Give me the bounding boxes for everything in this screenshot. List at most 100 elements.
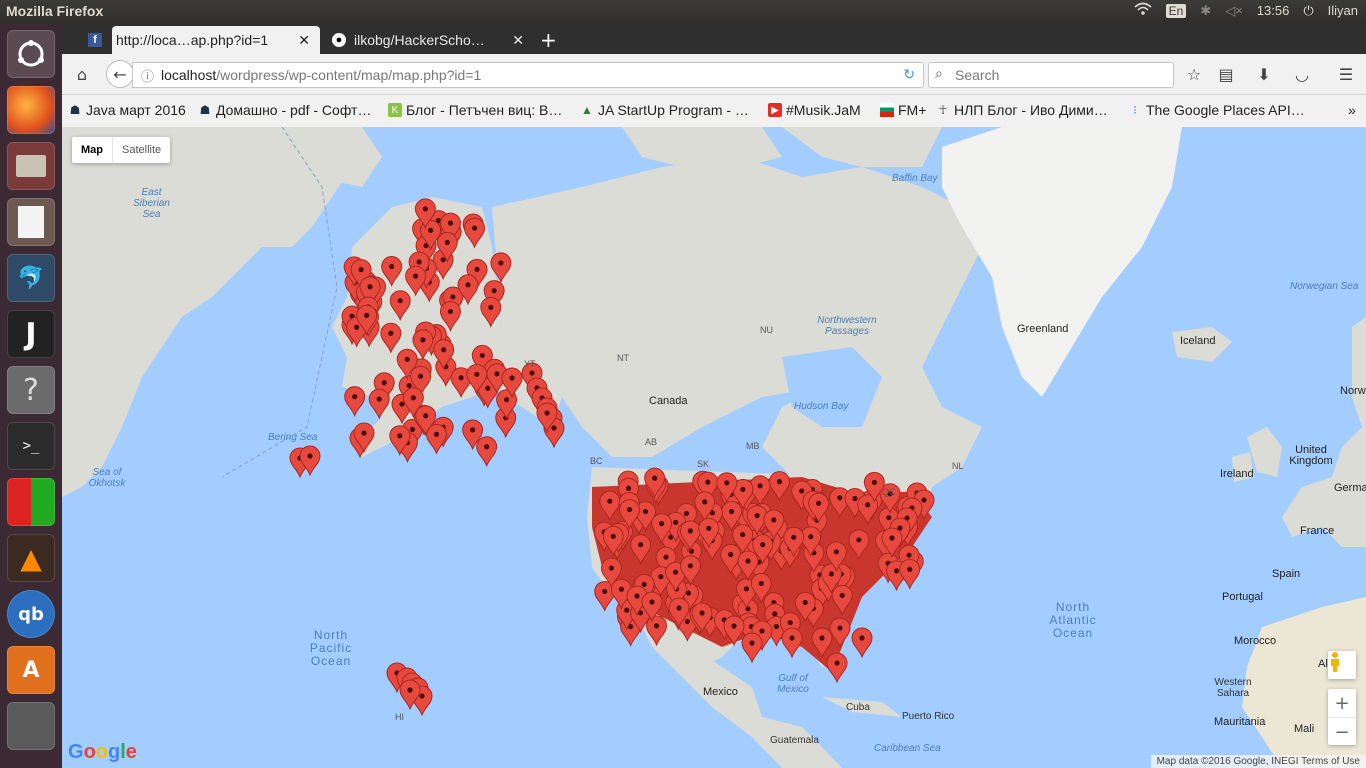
facebook-icon: f (88, 33, 102, 47)
site-info-icon[interactable]: ⓘ (141, 66, 154, 85)
map-marker-icon[interactable] (381, 255, 403, 287)
firefox-icon[interactable] (7, 86, 55, 134)
label-nu: NU (760, 325, 773, 335)
label-puerto-rico: Puerto Rico (902, 711, 955, 722)
map-type-control: Map Satellite (72, 137, 171, 163)
wifi-icon[interactable] (1134, 2, 1152, 19)
bookmark-item[interactable]: ☥ НЛП Блог - Иво Дими… (936, 102, 1108, 118)
zoom-in-button[interactable]: + (1328, 689, 1356, 718)
map-type-satellite-button[interactable]: Satellite (112, 137, 170, 163)
label-nl: NL (952, 461, 964, 471)
map-marker-icon[interactable] (646, 615, 668, 647)
google-logo[interactable]: Google (68, 741, 137, 764)
map-marker-icon[interactable] (344, 386, 366, 418)
bookmark-star-icon[interactable]: ☆ (1182, 62, 1206, 86)
downloads-icon[interactable]: ⬇ (1252, 62, 1276, 86)
youtube-icon: ▶ (768, 103, 782, 117)
software-center-icon[interactable]: A (7, 646, 55, 694)
unknown-app-icon[interactable]: ? (7, 366, 55, 414)
qbittorrent-icon[interactable]: qb (7, 590, 55, 638)
label-north-atlantic-ocean: North Atlantic Ocean (1049, 600, 1097, 640)
label-bering-sea: Bering Sea (268, 432, 318, 443)
map-marker-icon[interactable] (851, 627, 873, 659)
label-western-sahara: Western Sahara (1214, 677, 1252, 699)
label-north-pacific-ocean: North Pacific Ocean (309, 628, 353, 668)
map-marker-icon[interactable] (899, 558, 921, 590)
keyboard-layout-indicator[interactable]: En (1165, 3, 1187, 18)
map-marker-icon[interactable] (781, 627, 803, 659)
search-placeholder: Search (955, 67, 1000, 83)
bluetooth-icon[interactable]: ✱ (1200, 3, 1211, 19)
url-text[interactable]: localhost/wordpress/wp-content/map/map.p… (161, 67, 481, 83)
label-cuba: Cuba (846, 702, 870, 713)
map-attribution[interactable]: Map data ©2016 Google, INEGI Terms of Us… (1150, 755, 1366, 768)
url-bar[interactable]: ⓘ localhost/wordpress/wp-content/map/map… (132, 62, 924, 88)
map-marker-icon[interactable] (464, 217, 486, 249)
ja-icon: ▲ (581, 103, 593, 117)
bookmark-item[interactable]: ▶ #Musik.JaM (768, 102, 861, 118)
bookmark-item[interactable]: ☗ Java март 2016 (68, 102, 186, 118)
bookmark-item[interactable]: K Блог - Петъчен виц: В… (388, 102, 562, 118)
bookmark-item[interactable]: FM+ (880, 102, 926, 118)
terminal-icon[interactable]: >_ (7, 422, 55, 470)
map-marker-icon[interactable] (368, 388, 390, 420)
close-tab-icon[interactable]: ✕ (512, 32, 524, 49)
label-portugal: Portugal (1222, 591, 1263, 603)
softuni-icon: ☗ (69, 103, 81, 117)
label-iceland: Iceland (1180, 335, 1216, 347)
menu-icon[interactable]: ☰ (1334, 62, 1358, 86)
map-marker-icon[interactable] (826, 652, 848, 684)
files-icon[interactable] (7, 142, 55, 190)
clock[interactable]: 13:56 (1257, 3, 1290, 18)
bookmarks-toolbar: ☗ Java март 2016 ☗ Домашно - pdf - Софт… K… (62, 95, 1366, 128)
power-icon[interactable]: ⏻ (1303, 3, 1313, 19)
volume-muted-icon[interactable]: ◁× (1225, 3, 1243, 19)
top-panel: Mozilla Firefox En ✱ ◁× 13:56 ⏻ Iliyan (0, 0, 1366, 24)
workspace-switcher-icon[interactable] (7, 702, 55, 750)
google-icon: ⁝ (1133, 103, 1137, 117)
panel-indicators: En ✱ ◁× 13:56 ⏻ Iliyan (1134, 2, 1358, 19)
label-northwest-passages: Northwestern Passages (817, 315, 877, 337)
text-editor-icon[interactable] (7, 198, 55, 246)
office-app-icon[interactable] (7, 478, 55, 526)
pocket-icon[interactable]: ◡ (1290, 62, 1314, 86)
label-ab: AB (645, 437, 658, 447)
close-tab-icon[interactable]: ✕ (298, 32, 310, 49)
map-marker-icon[interactable] (476, 436, 498, 468)
user-name[interactable]: Iliyan (1328, 3, 1358, 18)
map-marker-icon[interactable] (439, 301, 461, 332)
label-norway: Norwa (1340, 385, 1366, 397)
bg-flag-icon (880, 103, 894, 117)
tab-map[interactable]: f http://loca…ap.php?id=1 ✕ (88, 26, 320, 54)
label-yt: YT (524, 359, 536, 369)
zoom-out-button[interactable]: − (1328, 718, 1356, 746)
mysql-workbench-icon[interactable]: 🐬 (7, 254, 55, 302)
bookmark-item[interactable]: ▲ JA StartUp Program - … (580, 102, 749, 118)
dash-icon[interactable] (7, 30, 55, 78)
map-marker-icon[interactable] (389, 290, 411, 322)
google-map[interactable]: Map Satellite East Siberian Sea Baffin B… (62, 127, 1366, 768)
label-sea-of-okhotsk: Sea of Okhotsk (88, 467, 126, 489)
label-sk: SK (697, 459, 710, 469)
label-spain: Spain (1272, 568, 1301, 580)
street-view-pegman-icon[interactable] (1328, 651, 1356, 679)
search-input[interactable]: ⌕ Search (928, 62, 1174, 88)
reload-icon[interactable]: ↻ (903, 66, 915, 83)
map-marker-icon[interactable] (490, 252, 512, 284)
label-bc: BC (590, 456, 603, 466)
map-marker-icon[interactable] (741, 632, 763, 664)
label-canada: Canada (649, 395, 688, 407)
map-type-map-button[interactable]: Map (72, 137, 112, 163)
map-marker-icon[interactable] (380, 322, 402, 354)
vlc-icon[interactable]: ▲ (7, 534, 55, 582)
bookmarks-overflow-icon[interactable]: » (1348, 102, 1356, 118)
bookmark-item[interactable]: ☗ Домашно - pdf - Софт… (198, 102, 372, 118)
bookmark-item[interactable]: ⁝ The Google Places API… (1128, 102, 1305, 118)
tab-github[interactable]: ● ilkobg/HackerScho… ✕ (324, 26, 534, 54)
bookmarks-menu-icon[interactable]: ▤ (1214, 62, 1238, 86)
jetbrains-icon[interactable]: J (7, 310, 55, 358)
new-tab-button[interactable]: + (540, 28, 557, 52)
home-icon[interactable]: ⌂ (70, 62, 94, 86)
map-marker-icon[interactable] (480, 296, 502, 328)
back-button[interactable]: ← (106, 60, 134, 88)
